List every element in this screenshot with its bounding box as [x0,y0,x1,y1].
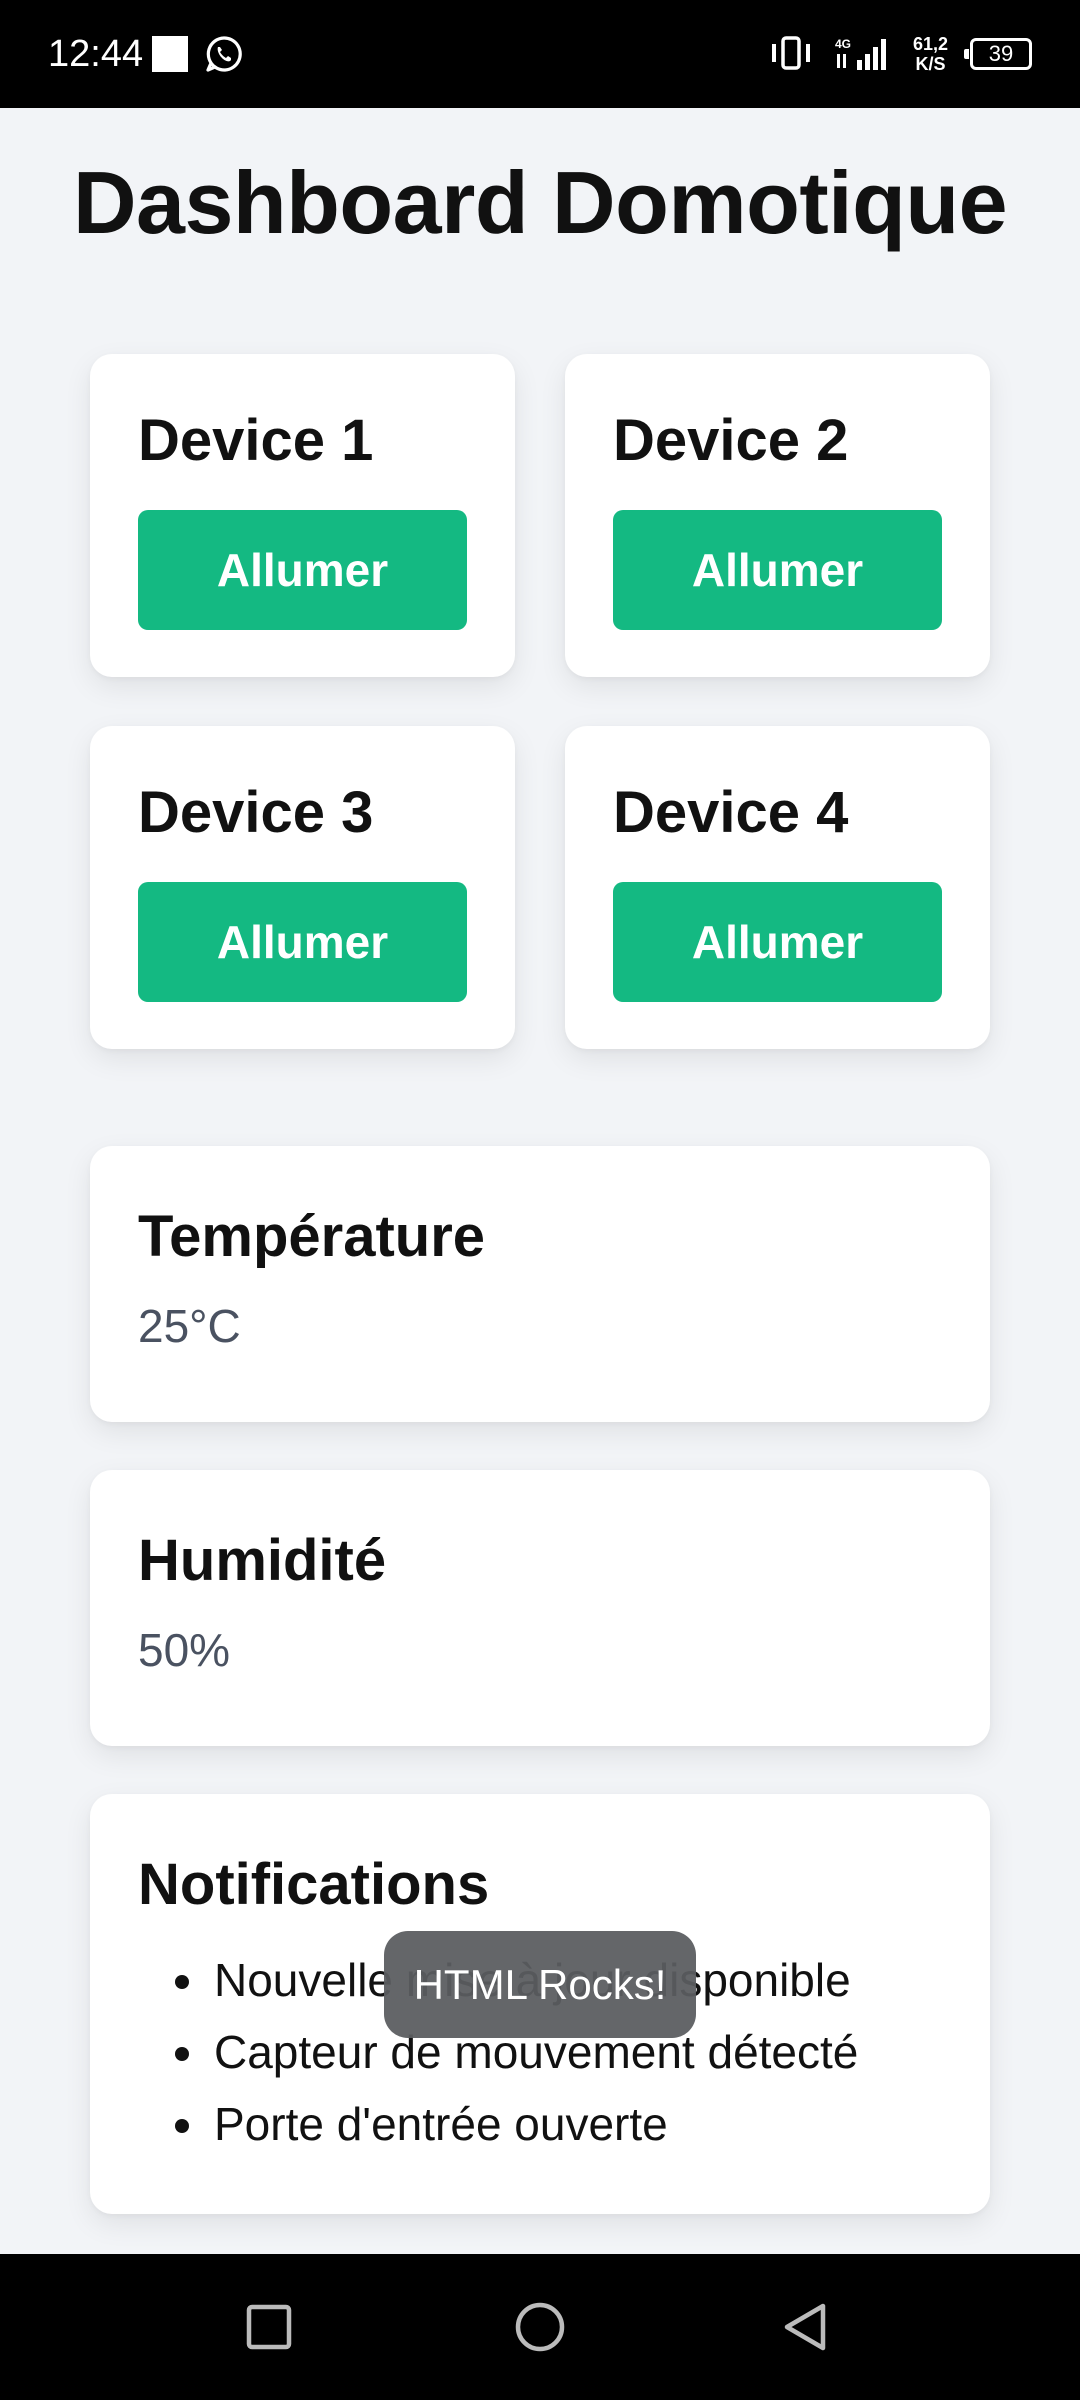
notifications-title: Notifications [138,1852,490,1917]
status-bar: 12:44 4G 61,2 K/S 39 [0,0,1080,108]
network-speed: 61,2 K/S [913,34,948,74]
recents-square-icon[interactable] [236,2294,302,2360]
toast-message: HTML Rocks! [384,1931,696,2038]
signal-icon: 4G [835,36,891,72]
home-circle-icon[interactable] [507,2294,573,2360]
device-4-power-button[interactable]: Allumer [613,882,942,1002]
device-1-title: Device 1 [138,408,374,473]
whatsapp-icon [204,34,244,74]
humidity-title: Humidité [138,1528,387,1593]
device-3-title: Device 3 [138,780,374,845]
temperature-title: Température [138,1204,486,1269]
temperature-card: Température 25°C [90,1146,990,1422]
humidity-value: 50% [138,1624,231,1676]
svg-text:4G: 4G [835,37,851,51]
battery-icon: 39 [964,38,1032,70]
status-time: 12:44 [48,33,144,75]
status-right-group: 4G 61,2 K/S 39 [769,30,1032,78]
vibrate-icon [769,36,813,72]
device-2-title: Device 2 [613,408,849,473]
notification-item: Porte d'entrée ouverte [210,2088,942,2160]
network-speed-unit: K/S [915,54,946,74]
device-3-power-button[interactable]: Allumer [138,882,467,1002]
humidity-card: Humidité 50% [90,1470,990,1746]
navigation-bar [0,2254,1080,2400]
device-4-title: Device 4 [613,780,849,845]
device-card-1: Device 1 Allumer [90,354,515,677]
temperature-value: 25°C [138,1300,241,1352]
device-card-4: Device 4 Allumer [565,726,990,1049]
device-2-power-button[interactable]: Allumer [613,510,942,630]
device-card-2: Device 2 Allumer [565,354,990,677]
notification-square-icon [152,36,188,72]
device-1-power-button[interactable]: Allumer [138,510,467,630]
network-speed-value: 61,2 [912,34,948,54]
back-triangle-icon[interactable] [773,2294,839,2360]
page-title: Dashboard Domotique [72,153,1008,252]
device-card-3: Device 3 Allumer [90,726,515,1049]
